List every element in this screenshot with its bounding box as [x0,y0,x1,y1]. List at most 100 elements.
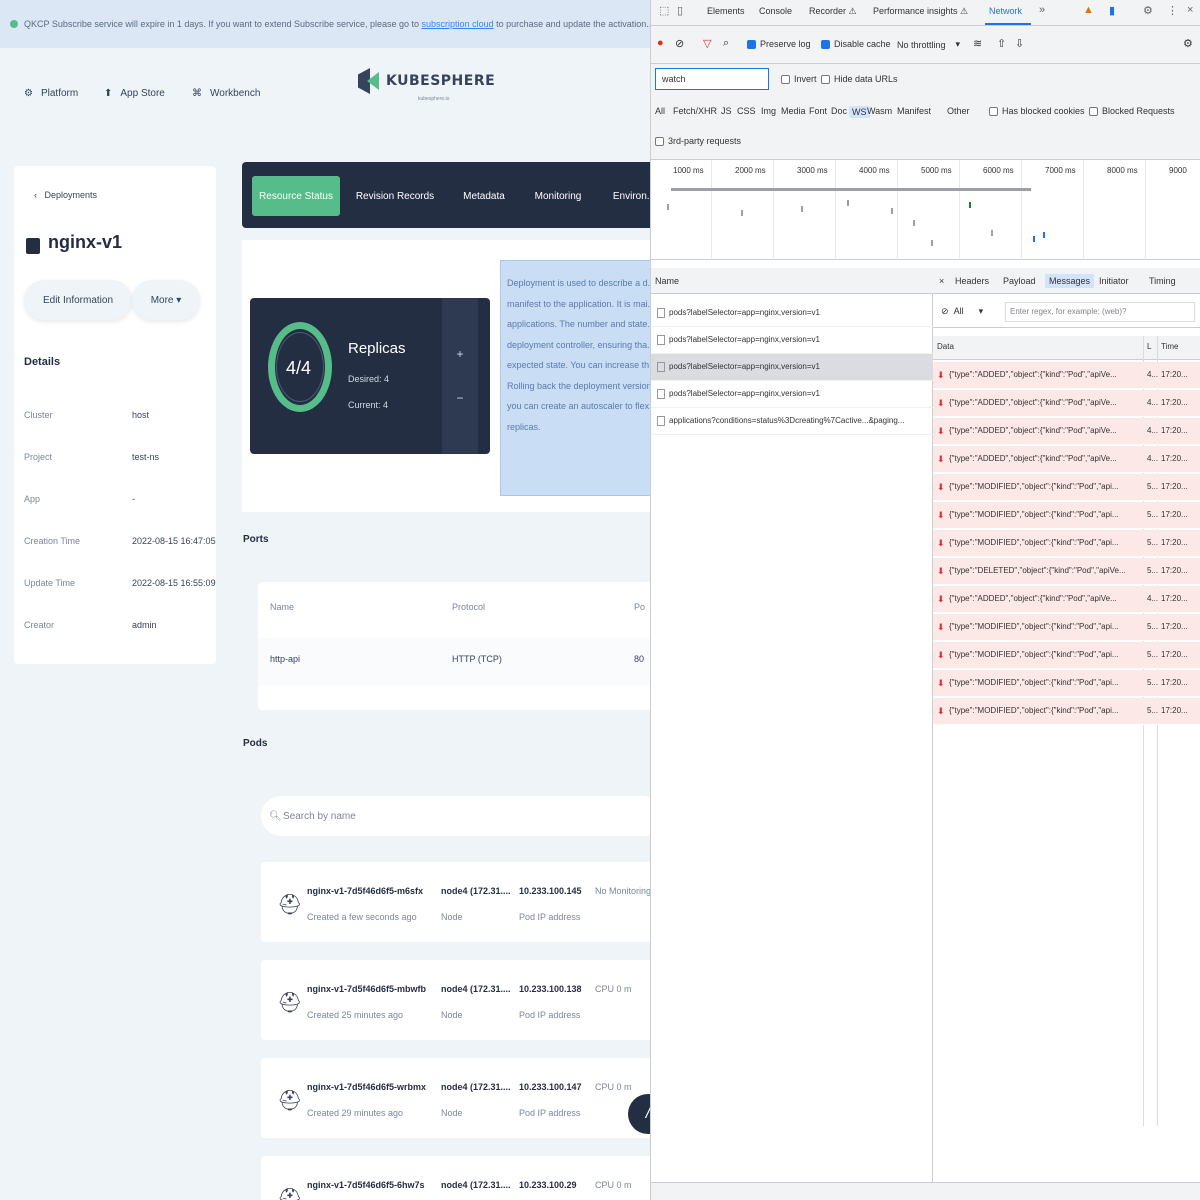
clear-icon[interactable]: ⊘ [675,37,684,50]
request-row[interactable]: pods?labelSelector=app=nginx,version=v1 [651,354,933,381]
subscription-link[interactable]: subscription cloud [422,19,494,29]
request-row[interactable]: pods?labelSelector=app=nginx,version=v1 [651,381,933,408]
type-filter-font[interactable]: Font [809,106,827,116]
device-toggle-icon[interactable]: ▯ [677,4,683,17]
pods-search-input[interactable]: 🔍︎ Search by name [261,796,650,836]
type-filter-fetchxhr[interactable]: Fetch/XHR [673,106,717,116]
more-tabs-icon[interactable]: » [1039,4,1045,16]
type-filter-wasm[interactable]: Wasm [867,106,892,116]
message-row[interactable]: ⬇ {"type":"MODIFIED","object":{"kind":"Po… [933,614,1200,641]
pod-row[interactable]: ⛑ nginx-v1-7d5f46d6f5-wrbmx Created 29 min… [261,1058,650,1138]
dt-tab-elements[interactable]: Elements [707,6,745,16]
nav-app-store[interactable]: ⬆ App Store [104,88,165,99]
detail-tab-initiator[interactable]: Initiator [1099,276,1129,286]
blocked-cookies-checkbox[interactable]: Has blocked cookies [989,106,1085,116]
type-filter-all[interactable]: All [655,106,665,116]
pod-node[interactable]: node4 (172.31.... [441,1180,511,1190]
pod-node[interactable]: node4 (172.31.... [441,1082,511,1092]
pod-row[interactable]: ⛑ nginx-v1-7d5f46d6f5-mbwfb Created 25 min… [261,960,650,1040]
invert-checkbox[interactable]: Invert [781,74,817,84]
message-row[interactable]: ⬇ {"type":"ADDED","object":{"kind":"Pod",… [933,418,1200,445]
disable-cache-checkbox[interactable]: Disable cache [821,39,891,49]
throttling-select[interactable]: No throttling ▾ [897,39,960,50]
issues-icon[interactable]: ▮ [1109,4,1115,17]
type-filter-media[interactable]: Media [781,106,806,116]
pod-node[interactable]: node4 (172.31.... [441,886,511,896]
blocked-requests-checkbox[interactable]: Blocked Requests [1089,106,1175,116]
scale-down-button[interactable]: − [450,388,470,408]
tab-revision-records[interactable]: Revision Records [350,176,440,216]
message-row[interactable]: ⬇ {"type":"MODIFIED","object":{"kind":"Po… [933,530,1200,557]
clear-messages-icon[interactable]: ⊘ [941,306,949,316]
tab-resource-status[interactable]: Resource Status [252,176,340,216]
dt-tab-console[interactable]: Console [759,6,792,16]
more-button[interactable]: More ▾ [132,280,200,320]
detail-tab-headers[interactable]: Headers [955,276,989,286]
inspect-icon[interactable]: ⬚ [659,4,669,17]
message-row[interactable]: ⬇ {"type":"MODIFIED","object":{"kind":"Po… [933,502,1200,529]
message-row[interactable]: ⬇ {"type":"MODIFIED","object":{"kind":"Po… [933,670,1200,697]
pod-node[interactable]: node4 (172.31.... [441,984,511,994]
message-row[interactable]: ⬇ {"type":"DELETED","object":{"kind":"Pod… [933,558,1200,585]
message-row[interactable]: ⬇ {"type":"MODIFIED","object":{"kind":"Po… [933,698,1200,725]
message-row[interactable]: ⬇ {"type":"MODIFIED","object":{"kind":"Po… [933,642,1200,669]
pod-row[interactable]: ⛑ nginx-v1-7d5f46d6f5-6hw7s node4 (172.31.… [261,1156,650,1200]
settings-icon[interactable]: ⚙ [1143,4,1153,17]
request-row[interactable]: applications?conditions=status%3Dcreatin… [651,408,933,435]
type-filter-manifest[interactable]: Manifest [897,106,931,116]
network-settings-icon[interactable]: ⚙ [1183,37,1193,50]
message-received-icon: ⬇ [937,510,945,520]
dt-tab-performance-insights[interactable]: Performance insights ⚠ [873,6,968,17]
network-filter-input[interactable]: watch [655,68,769,90]
detail-tab-payload[interactable]: Payload [1003,276,1036,286]
detail-tab-timing[interactable]: Timing [1149,276,1176,286]
tab-environment[interactable]: Environ... [604,176,650,216]
pod-name[interactable]: nginx-v1-7d5f46d6f5-m6sfx [307,886,423,896]
message-row[interactable]: ⬇ {"type":"ADDED","object":{"kind":"Pod",… [933,586,1200,613]
tab-monitoring[interactable]: Monitoring [528,176,588,216]
edit-information-button[interactable]: Edit Information [24,280,132,320]
type-filter-doc[interactable]: Doc [831,106,847,116]
type-filter-css[interactable]: CSS [737,106,756,116]
close-icon[interactable]: × [1187,4,1193,16]
type-filter-other[interactable]: Other [947,106,970,116]
hide-data-urls-checkbox[interactable]: Hide data URLs [821,74,898,84]
message-type-select[interactable]: ⊘ All ▾ [941,306,983,317]
preserve-log-checkbox[interactable]: Preserve log [747,39,811,49]
import-har-icon[interactable]: ⇧ [997,37,1006,50]
third-party-checkbox[interactable]: 3rd-party requests [655,136,741,146]
tab-metadata[interactable]: Metadata [454,176,514,216]
warning-icon[interactable]: ▲ [1083,4,1094,16]
record-icon[interactable]: ● [657,37,664,49]
nav-platform[interactable]: ⚙ Platform [24,88,78,99]
scale-up-button[interactable]: + [450,344,470,364]
export-har-icon[interactable]: ⇩ [1015,37,1024,50]
message-row[interactable]: ⬇ {"type":"ADDED","object":{"kind":"Pod",… [933,390,1200,417]
detail-tab-messages[interactable]: Messages [1045,274,1095,288]
nav-workbench[interactable]: ⌘ Workbench [192,88,260,99]
search-network-icon[interactable]: ⌕ [723,37,729,50]
network-conditions-icon[interactable]: ≋ [973,37,982,50]
network-timeline[interactable]: 1000 ms 2000 ms 3000 ms 4000 ms 5000 ms 6000 … [651,160,1200,260]
message-filter-input[interactable]: Enter regex, for example: (web)? [1005,302,1195,322]
close-detail-icon[interactable]: × [939,276,944,286]
third-party-check [655,136,664,146]
dt-tab-network[interactable]: Network [989,6,1022,16]
message-row[interactable]: ⬇ {"type":"ADDED","object":{"kind":"Pod",… [933,446,1200,473]
request-row[interactable]: pods?labelSelector=app=nginx,version=v1 [651,300,933,327]
type-filter-js[interactable]: JS [721,106,732,116]
kubesphere-logo[interactable]: KUBESPHERE kubesphere.io [358,68,495,102]
menu-icon[interactable]: ⋮ [1167,4,1178,17]
pod-row[interactable]: ⛑ nginx-v1-7d5f46d6f5-m6sfx Created a few … [261,862,650,942]
dt-tab-recorder[interactable]: Recorder ⚠ [809,6,857,17]
filter-icon[interactable]: ▽ [703,37,711,50]
pod-name[interactable]: nginx-v1-7d5f46d6f5-wrbmx [307,1082,426,1092]
detail-field-key: Cluster [24,410,53,420]
back-to-deployments[interactable]: ‹ Deployments [34,190,97,200]
message-row[interactable]: ⬇ {"type":"MODIFIED","object":{"kind":"Po… [933,474,1200,501]
pod-name[interactable]: nginx-v1-7d5f46d6f5-6hw7s [307,1180,425,1190]
type-filter-img[interactable]: Img [761,106,776,116]
pod-name[interactable]: nginx-v1-7d5f46d6f5-mbwfb [307,984,426,994]
message-row[interactable]: ⬇ {"type":"ADDED","object":{"kind":"Pod",… [933,362,1200,389]
request-row[interactable]: pods?labelSelector=app=nginx,version=v1 [651,327,933,354]
